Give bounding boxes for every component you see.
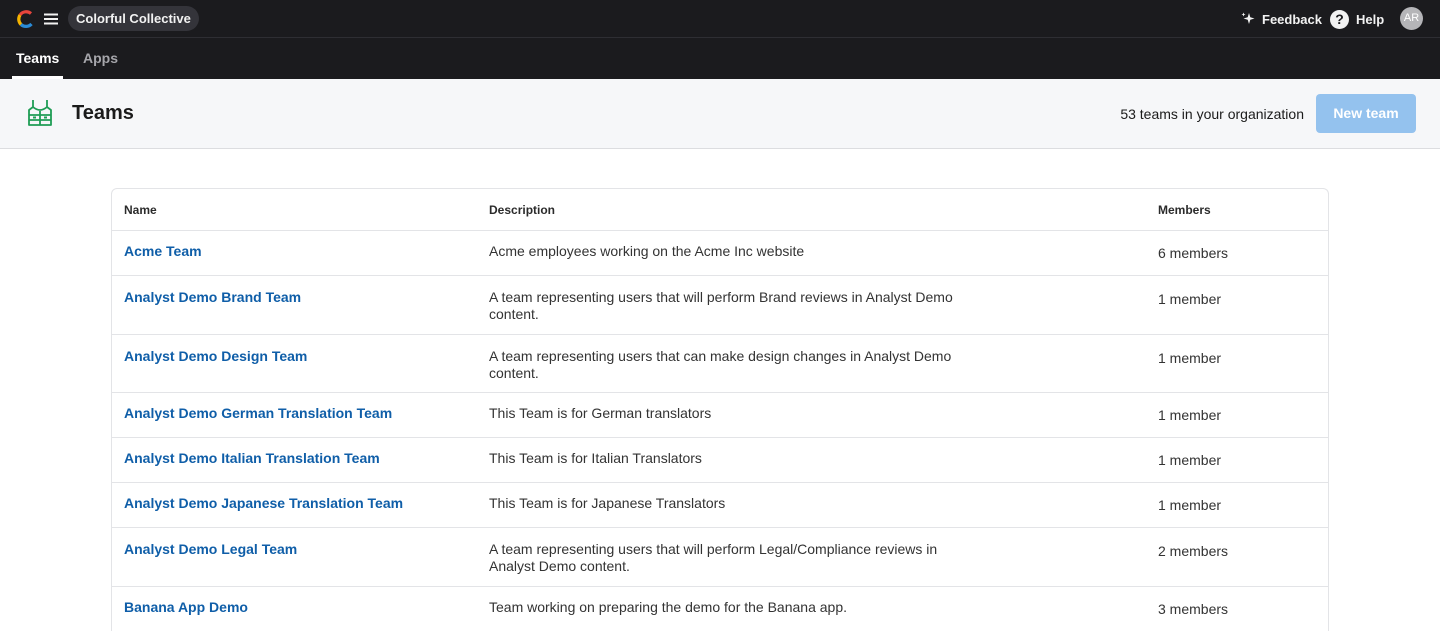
feedback-button[interactable]: Feedback: [1240, 0, 1322, 38]
team-name-link[interactable]: Analyst Demo Legal Team: [124, 541, 297, 557]
team-members-count: 2 members: [1158, 543, 1229, 559]
feedback-label: Feedback: [1262, 11, 1322, 27]
team-vest-icon: [28, 100, 52, 126]
organization-switcher[interactable]: Colorful Collective: [68, 6, 199, 31]
team-description: Team working on preparing the demo for t…: [489, 599, 848, 615]
team-name-link[interactable]: Analyst Demo Brand Team: [124, 289, 301, 305]
new-team-button[interactable]: New team: [1316, 94, 1416, 133]
table-row[interactable]: Acme Team Acme employees working on the …: [112, 231, 1328, 276]
page-header: Teams 53 teams in your organization New …: [0, 79, 1440, 149]
team-description: A team representing users that will perf…: [489, 289, 953, 322]
team-description: Acme employees working on the Acme Inc w…: [489, 243, 805, 259]
table-row[interactable]: Analyst Demo Legal Team A team represent…: [112, 528, 1328, 587]
team-members-count: 1 member: [1158, 350, 1222, 366]
team-description: This Team is for German translators: [489, 405, 712, 421]
tab-teams[interactable]: Teams: [11, 38, 64, 79]
team-description: This Team is for Japanese Translators: [489, 495, 726, 511]
section-tabs: Teams Apps: [0, 38, 1440, 79]
page-title: Teams: [72, 102, 134, 124]
sparkle-icon: [1241, 12, 1255, 24]
user-avatar[interactable]: AR: [1400, 7, 1423, 30]
table-row[interactable]: Analyst Demo German Translation Team Thi…: [112, 393, 1328, 438]
team-description: This Team is for Italian Translators: [489, 450, 702, 466]
tab-apps[interactable]: Apps: [83, 38, 118, 79]
team-members-count: 1 member: [1158, 407, 1222, 423]
question-circle-icon: ?: [1330, 9, 1349, 29]
top-bar: Colorful Collective Feedback ? Help AR: [0, 0, 1440, 38]
team-name-link[interactable]: Acme Team: [124, 243, 202, 259]
team-name-link[interactable]: Analyst Demo Design Team: [124, 348, 307, 364]
colorful-c-logo-icon[interactable]: [16, 9, 36, 29]
table-row[interactable]: Analyst Demo Japanese Translation Team T…: [112, 483, 1328, 528]
table-row[interactable]: Analyst Demo Italian Translation Team Th…: [112, 438, 1328, 483]
team-name-link[interactable]: Analyst Demo Japanese Translation Team: [124, 495, 403, 511]
hamburger-menu-icon[interactable]: [43, 11, 59, 27]
table-row[interactable]: Banana App Demo Team working on preparin…: [112, 587, 1328, 631]
team-name-link[interactable]: Banana App Demo: [124, 599, 248, 615]
team-name-link[interactable]: Analyst Demo German Translation Team: [124, 405, 392, 421]
team-members-count: 3 members: [1158, 601, 1229, 617]
table-row[interactable]: Analyst Demo Design Team A team represen…: [112, 335, 1328, 393]
team-description: A team representing users that can make …: [489, 348, 952, 381]
team-members-count: 1 member: [1158, 497, 1222, 513]
column-header-description: Description: [489, 203, 556, 217]
column-header-name: Name: [124, 203, 157, 217]
table-header: Name Description Members: [112, 189, 1328, 231]
team-description: A team representing users that will perf…: [489, 541, 938, 574]
team-members-count: 1 member: [1158, 452, 1222, 468]
help-label: Help: [1356, 11, 1385, 27]
team-count: 53 teams in your organization: [1120, 106, 1304, 122]
team-members-count: 1 member: [1158, 291, 1222, 307]
table-row[interactable]: Analyst Demo Brand Team A team represent…: [112, 276, 1328, 335]
teams-table: Name Description Members Acme Team Acme …: [111, 188, 1329, 631]
team-name-link[interactable]: Analyst Demo Italian Translation Team: [124, 450, 380, 466]
help-button[interactable]: ? Help: [1330, 0, 1384, 38]
column-header-members: Members: [1158, 203, 1211, 217]
team-members-count: 6 members: [1158, 245, 1229, 261]
